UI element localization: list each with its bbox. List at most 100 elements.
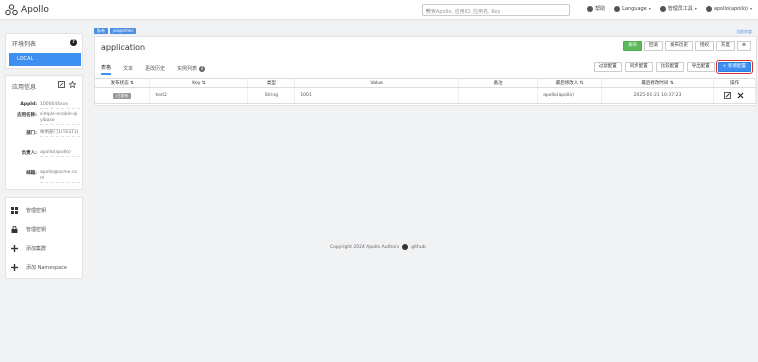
tab-text[interactable]: 文本 — [123, 64, 133, 75]
col-modified-time[interactable]: 最后修改时间 ⇅ — [601, 78, 714, 88]
search-input[interactable]: 搜索Apollo, 应用ID, 应用名, Key ▾ — [422, 4, 570, 16]
sidebar-item-manage-app[interactable]: 管理密钥 — [6, 202, 84, 218]
admin-tools-dropdown[interactable]: 管理员工具 ▾ — [659, 5, 697, 12]
info-row-appid: AppId: 1000044xxx — [8, 102, 82, 109]
col-status[interactable]: 发布状态 ⇅ — [95, 78, 151, 88]
tab-label: 实例列表 — [177, 66, 198, 72]
tab-table[interactable]: 表格 — [101, 64, 112, 75]
env-item-local[interactable]: LOCAL — [9, 53, 81, 66]
sidebar-item-label: 添加 Namespace — [26, 264, 68, 271]
chevron-down-icon: ▾ — [426, 8, 429, 14]
info-key: 应用名称: — [17, 113, 37, 118]
info-row-appname: 应用名称: simple-enable-qiyibase — [8, 112, 82, 125]
tab-label: 更改历史 — [145, 66, 166, 72]
cell-modified-time: 2025-01-21 10:37:23 — [601, 87, 714, 104]
rollback-button[interactable]: 回滚 — [643, 41, 663, 51]
info-value: 1000044xxx — [40, 102, 80, 109]
col-value: Value — [294, 78, 460, 88]
instance-count-badge: 0 — [199, 65, 206, 72]
publish-label: 发布 — [627, 43, 637, 48]
plus-icon — [11, 244, 18, 252]
cell-comment — [458, 87, 539, 104]
user-dropdown[interactable]: apollo(apollo) ▾ — [705, 5, 752, 12]
release-history-button[interactable]: 发布历史 — [664, 41, 693, 51]
publish-button[interactable]: 发布 — [622, 41, 642, 51]
tab-history[interactable]: 更改历史 — [145, 64, 165, 75]
question-icon[interactable]: ? — [70, 39, 77, 46]
chevron-down-icon: ▾ — [749, 6, 752, 11]
cell-status: 已发布 — [95, 87, 151, 104]
gray-release-button[interactable]: 灰度 — [715, 41, 735, 51]
namespace-panel: application 发布 回滚 发布历史 授权 灰度 ⚙ 表格 文本 更改历… — [94, 36, 757, 106]
star-icon[interactable] — [69, 81, 76, 88]
env-list-panel: 环境列表 ? LOCAL — [5, 33, 83, 69]
col-actions: 操作 — [713, 78, 757, 88]
settings-button[interactable]: ⚙ — [736, 41, 751, 51]
cell-actions — [713, 87, 757, 104]
app-info-title: 应用信息 — [12, 84, 37, 91]
help-icon — [587, 5, 594, 12]
github-link[interactable]: github — [411, 245, 425, 250]
sidebar-item-label: 添加集群 — [26, 245, 47, 252]
copyright-text: Copyright 2024 Apollo Authors — [330, 244, 400, 250]
table-header-row: 发布状态 ⇅ Key ⇅ 类型 Value 备注 最后修改人 ⇅ 最后修改时间 … — [95, 78, 757, 88]
cell-type: String — [247, 87, 296, 104]
sidebar-item-add-cluster[interactable]: 添加集群 — [6, 240, 84, 256]
row-actions — [714, 92, 755, 99]
edit-icon[interactable] — [724, 92, 732, 99]
sidebar-item-manage-secret[interactable]: 管理密钥 — [6, 221, 84, 237]
sidebar-menu: 管理密钥 管理密钥 添加集群 添加 Namespace — [5, 197, 83, 279]
info-row-owner: 负责人: apollo(apollo) — [8, 150, 82, 157]
add-config-button[interactable]: + 新增配置 — [715, 60, 754, 74]
delete-icon[interactable] — [737, 92, 744, 99]
globe-icon — [614, 5, 621, 12]
help-link-label: 帮助 — [595, 6, 606, 12]
sidebar-item-add-namespace[interactable]: 添加 Namespace — [6, 259, 84, 275]
sync-config-button[interactable]: 同步配置 — [624, 62, 653, 72]
release-status-tag: 当前灰度 — [736, 29, 752, 34]
tab-label: 文本 — [123, 66, 134, 72]
user-label: apollo(apollo) — [713, 5, 748, 12]
user-icon — [705, 5, 712, 12]
sidebar-item-label: 管理密钥 — [26, 226, 47, 233]
top-navbar: Apollo 搜索Apollo, 应用ID, 应用名, Key ▾ 帮助 Lan… — [0, 0, 758, 20]
col-key[interactable]: Key ⇅ — [149, 78, 249, 88]
edit-icon[interactable] — [58, 81, 65, 88]
sync-label: 同步配置 — [629, 64, 648, 69]
diff-config-button[interactable]: 比较配置 — [655, 62, 684, 72]
sidebar-item-label: 管理密钥 — [26, 207, 47, 214]
help-link[interactable]: 帮助 — [587, 5, 605, 12]
add-config-label: + 新增配置 — [722, 64, 746, 69]
info-row-email: 邮箱: apollo@acme.com — [8, 170, 82, 183]
col-modifier[interactable]: 最后修改人 ⇅ — [537, 78, 603, 88]
filter-config-button[interactable]: 过滤配置 — [593, 62, 622, 72]
grant-button[interactable]: 授权 — [694, 41, 714, 51]
gray-release-label: 灰度 — [720, 43, 730, 48]
gear-icon: ⚙ — [741, 43, 746, 48]
info-value: 样例部门1(TEST1) — [40, 130, 80, 137]
diff-label: 比较配置 — [660, 64, 679, 69]
grid-icon — [11, 206, 18, 214]
footer: Copyright 2024 Apollo Authors github — [330, 244, 426, 250]
language-dropdown[interactable]: Language ▾ — [614, 5, 651, 12]
chevron-down-icon: ▾ — [648, 6, 651, 11]
github-icon — [402, 244, 409, 250]
brand-name: Apollo — [21, 5, 49, 15]
info-value: simple-enable-qiyibase — [40, 112, 80, 125]
status-badge: 已发布 — [113, 92, 132, 99]
namespace-title: application — [101, 43, 146, 52]
private-tag: 私有 — [94, 28, 108, 34]
export-config-button[interactable]: 导出配置 — [686, 62, 715, 72]
app-info-actions — [58, 81, 76, 88]
format-tag: properties — [110, 28, 137, 34]
info-key: AppId: — [20, 102, 37, 107]
apollo-logo-icon — [5, 4, 18, 16]
filter-label: 过滤配置 — [598, 64, 617, 69]
lock-icon — [11, 225, 18, 233]
tab-instances[interactable]: 实例列表 0 — [177, 64, 206, 75]
info-value: apollo(apollo) — [40, 150, 80, 157]
brand[interactable]: Apollo — [5, 3, 49, 17]
grant-label: 授权 — [699, 43, 709, 48]
language-label: Language — [622, 5, 647, 12]
col-comment: 备注 — [458, 78, 539, 88]
